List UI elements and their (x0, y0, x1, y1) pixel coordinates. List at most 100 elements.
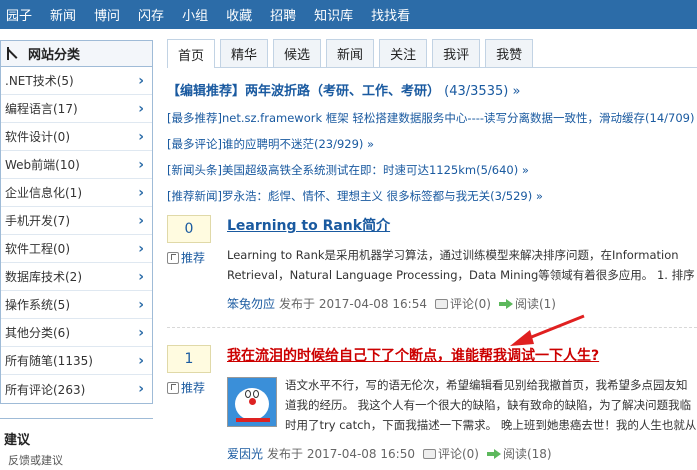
tab-my-comments[interactable]: 我评 (432, 39, 481, 67)
sidebar-item-label: 其他分类(6) (5, 326, 70, 340)
post-divider (167, 327, 697, 328)
post-summary: 语文水平不行，写的语无伦次，希望编辑看见别给我撤首页，我希望多点园友知道我的经历… (227, 375, 697, 435)
post-body: Learning to Rank简介 Learning to Rank是采用机器… (227, 215, 697, 312)
nav-item-favorites[interactable]: 收藏 (226, 5, 252, 24)
sidebar-item-other[interactable]: 其他分类(6) › (1, 319, 152, 347)
sidebar-item-database[interactable]: 数据库技术(2) › (1, 263, 152, 291)
sidebar-item-label: 操作系统(5) (5, 298, 70, 312)
category-icon (7, 47, 20, 60)
suggest-link[interactable]: 反馈或建议 (4, 452, 153, 468)
chevron-right-icon: › (138, 240, 144, 257)
sidebar-item-label: 所有随笔(1135) (5, 354, 93, 368)
tab-home[interactable]: 首页 (167, 39, 216, 68)
sidebar-item-enterprise[interactable]: 企业信息化(1) › (1, 179, 152, 207)
sidebar-item-label: 数据库技术(2) (5, 270, 82, 284)
tab-candidates[interactable]: 候选 (273, 39, 322, 67)
read-arrow-icon (498, 298, 513, 309)
chevron-right-icon: › (138, 296, 144, 313)
nav-item-ing[interactable]: 闪存 (138, 5, 164, 24)
category-list: .NET技术(5) › 编程语言(17) › 软件设计(0) › Web前端(10) ›… (0, 67, 153, 404)
tab-my-likes[interactable]: 我赞 (485, 39, 534, 67)
sidebar-item-label: Web前端(10) (5, 158, 80, 172)
post-summary: Learning to Rank是采用机器学习算法，通过训练模型来解决排序问题，… (227, 248, 695, 282)
chevron-right-icon: › (138, 72, 144, 89)
nav-item-knowledge[interactable]: 知识库 (314, 5, 353, 24)
vote-panel: 1 推荐 (167, 345, 211, 396)
sidebar-header: 网站分类 (0, 40, 153, 67)
post-summary-text: 语文水平不行，写的语无伦次，希望编辑看见别给我撤首页，我希望多点园友知道我的经历… (285, 378, 697, 432)
headline-most-recommended[interactable]: [最多推荐]net.sz.framework 框架 轻松搭建数据服务中心----… (167, 111, 697, 125)
tab-news[interactable]: 新闻 (326, 39, 375, 67)
chevron-right-icon: › (138, 156, 144, 173)
nav-item-garden[interactable]: 园子 (6, 5, 32, 24)
sidebar-item-label: 所有评论(263) (5, 382, 86, 397)
tab-bar: 首页 精华 候选 新闻 关注 我评 我赞 (167, 39, 697, 68)
chevron-right-icon: › (138, 381, 144, 397)
sidebar-item-label: 手机开发(7) (5, 214, 70, 228)
editor-recommend-count[interactable]: (43/3535) » (444, 84, 520, 99)
vote-panel: 0 推荐 (167, 215, 211, 266)
nav-item-news[interactable]: 新闻 (50, 5, 76, 24)
sidebar-item-label: .NET技术(5) (5, 74, 74, 88)
headline-list: [最多推荐]net.sz.framework 框架 轻松搭建数据服务中心----… (167, 111, 697, 203)
comment-icon (434, 298, 448, 309)
sidebar-item-software-engineering[interactable]: 软件工程(0) › (1, 235, 152, 263)
comment-count[interactable]: 评论(0) (450, 295, 491, 312)
post-meta: 笨兔勿应 发布于 2017-04-08 16:54 评论(0) 阅读(1) (227, 295, 697, 312)
read-count[interactable]: 阅读(1) (515, 295, 556, 312)
editor-recommend-link[interactable]: 【编辑推荐】两年波折路（考研、工作、考研） (167, 84, 440, 99)
recommend-label: 推荐 (181, 381, 206, 395)
recommend-button[interactable]: 推荐 (167, 249, 211, 266)
post-author[interactable]: 爱因光 (227, 445, 263, 462)
sidebar-item-os[interactable]: 操作系统(5) › (1, 291, 152, 319)
tab-featured[interactable]: 精华 (220, 39, 269, 67)
sidebar-item-software-design[interactable]: 软件设计(0) › (1, 123, 152, 151)
nav-item-questions[interactable]: 博问 (94, 5, 120, 24)
suggest-box: 建议 反馈或建议 (0, 418, 153, 468)
headline-most-commented[interactable]: [最多评论]谁的应聘明不迷茫(23/929) » (167, 137, 697, 151)
chevron-right-icon: › (138, 324, 144, 341)
sidebar-item-programming[interactable]: 编程语言(17) › (1, 95, 152, 123)
post-title[interactable]: 我在流泪的时候给自己下了个断点，谁能帮我调试一下人生? (227, 345, 697, 365)
post-body: 我在流泪的时候给自己下了个断点，谁能帮我调试一下人生? 语文水平不行，写的语无伦… (227, 345, 697, 462)
author-avatar[interactable] (227, 377, 277, 427)
sidebar-item-label: 企业信息化(1) (5, 186, 82, 200)
sidebar-item-all-posts[interactable]: 所有随笔(1135) › (1, 347, 152, 375)
chevron-right-icon: › (138, 352, 144, 369)
thumbs-up-icon (167, 381, 179, 394)
sidebar-item-label: 软件工程(0) (5, 242, 70, 256)
sidebar-item-all-comments[interactable]: 所有评论(263) › (1, 375, 152, 403)
headline-recommended-news[interactable]: [推荐新闻]罗永浩：彪悍、情怀、理想主义 很多标签都与我无关(3/529) » (167, 189, 697, 203)
nav-item-groups[interactable]: 小组 (182, 5, 208, 24)
chevron-right-icon: › (138, 184, 144, 201)
sidebar-item-mobile[interactable]: 手机开发(7) › (1, 207, 152, 235)
recommend-label: 推荐 (181, 251, 206, 265)
read-arrow-icon (486, 448, 501, 459)
headline-top-news[interactable]: [新闻头条]美国超级高铁全系统测试在即：时速可达1125km(5/640) » (167, 163, 697, 177)
chevron-right-icon: › (138, 100, 144, 117)
comment-count[interactable]: 评论(0) (438, 445, 479, 462)
annotation-arrow-icon (510, 314, 585, 346)
read-count[interactable]: 阅读(18) (503, 445, 552, 462)
tab-following[interactable]: 关注 (379, 39, 428, 67)
nav-item-search[interactable]: 找找看 (371, 5, 410, 24)
chevron-right-icon: › (138, 128, 144, 145)
chevron-right-icon: › (138, 268, 144, 285)
chevron-right-icon: › (138, 212, 144, 229)
post-meta: 爱因光 发布于 2017-04-08 16:50 评论(0) 阅读(18) (227, 445, 697, 462)
sidebar-item-web-frontend[interactable]: Web前端(10) › (1, 151, 152, 179)
comment-icon (422, 448, 436, 459)
category-sidebar: 网站分类 .NET技术(5) › 编程语言(17) › 软件设计(0) › Web前端… (0, 40, 153, 470)
nav-item-jobs[interactable]: 招聘 (270, 5, 296, 24)
sidebar-title: 网站分类 (28, 48, 81, 63)
post-author[interactable]: 笨兔勿应 (227, 295, 275, 312)
recommend-button[interactable]: 推荐 (167, 379, 211, 396)
thumbs-up-icon (167, 251, 179, 264)
post-title[interactable]: Learning to Rank简介 (227, 215, 697, 235)
post-date: 发布于 2017-04-08 16:54 (279, 297, 427, 311)
vote-count: 0 (167, 215, 211, 243)
post-date: 发布于 2017-04-08 16:50 (267, 447, 415, 461)
editor-recommend: 【编辑推荐】两年波折路（考研、工作、考研） (43/3535) » (167, 80, 697, 99)
sidebar-item-dotnet[interactable]: .NET技术(5) › (1, 67, 152, 95)
top-nav: 园子 新闻 博问 闪存 小组 收藏 招聘 知识库 找找看 (0, 0, 697, 29)
